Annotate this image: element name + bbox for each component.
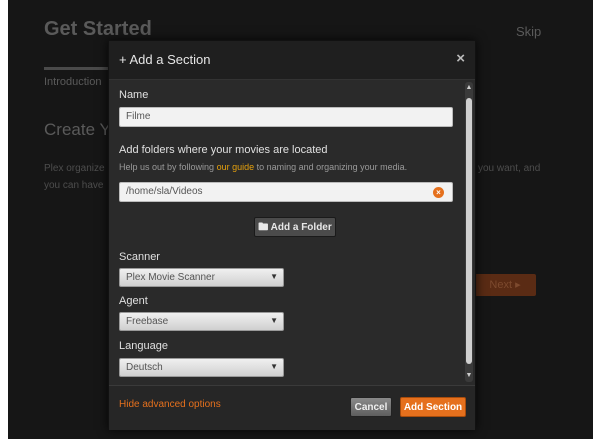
scanner-select[interactable]: Plex Movie Scanner ▼ [119, 268, 284, 287]
name-input[interactable]: Filme [119, 107, 453, 127]
wizard-paragraph-right: you want, and [478, 163, 541, 174]
language-value: Deutsch [126, 362, 163, 373]
scrollbar-thumb[interactable] [466, 98, 472, 364]
folders-label: Add folders where your movies are locate… [119, 144, 328, 156]
tab-introduction[interactable]: Introduction [44, 76, 101, 88]
folder-path-value: /home/sla/Videos [126, 186, 203, 197]
clear-icon[interactable]: × [433, 187, 444, 198]
guide-link[interactable]: our guide [217, 162, 255, 172]
scanner-label: Scanner [119, 251, 160, 263]
chevron-down-icon: ▼ [270, 272, 278, 281]
agent-value: Freebase [126, 316, 169, 327]
language-select[interactable]: Deutsch ▼ [119, 358, 284, 377]
chevron-down-icon: ▼ [270, 362, 278, 371]
dialog-title: + Add a Section [119, 52, 211, 67]
add-section-dialog: + Add a Section × Name Filme Add folders… [108, 40, 476, 430]
skip-link[interactable]: Skip [516, 24, 541, 39]
wizard-title: Get Started [44, 18, 152, 40]
screen: Get Started Skip Introduction Create Yo … [8, 0, 593, 439]
name-label: Name [119, 89, 149, 101]
dialog-scrollbar[interactable]: ▲ ▼ [465, 82, 473, 382]
help-text: Help us out by following our guide to na… [119, 162, 407, 172]
folder-path-input[interactable]: /home/sla/Videos × [119, 182, 453, 202]
dialog-header: + Add a Section × [109, 41, 475, 80]
close-icon[interactable]: × [456, 50, 465, 67]
add-folder-button[interactable]: 🖿 Add a Folder [254, 217, 336, 237]
help-prefix: Help us out by following [119, 162, 217, 172]
dialog-body: Name Filme Add folders where your movies… [109, 80, 461, 382]
hide-advanced-options-link[interactable]: Hide advanced options [119, 399, 221, 410]
agent-select[interactable]: Freebase ▼ [119, 312, 284, 331]
add-section-button[interactable]: Add Section [400, 397, 466, 417]
help-suffix: to naming and organizing your media. [254, 162, 408, 172]
language-label: Language [119, 340, 168, 352]
scroll-up-icon[interactable]: ▲ [465, 84, 473, 92]
agent-label: Agent [119, 295, 148, 307]
next-button[interactable]: Next ▸ [474, 274, 536, 296]
scroll-down-icon[interactable]: ▼ [465, 372, 473, 380]
dialog-footer: Hide advanced options Cancel Add Section [109, 385, 475, 430]
chevron-down-icon: ▼ [270, 316, 278, 325]
cancel-button[interactable]: Cancel [350, 397, 392, 417]
scanner-value: Plex Movie Scanner [126, 272, 215, 283]
